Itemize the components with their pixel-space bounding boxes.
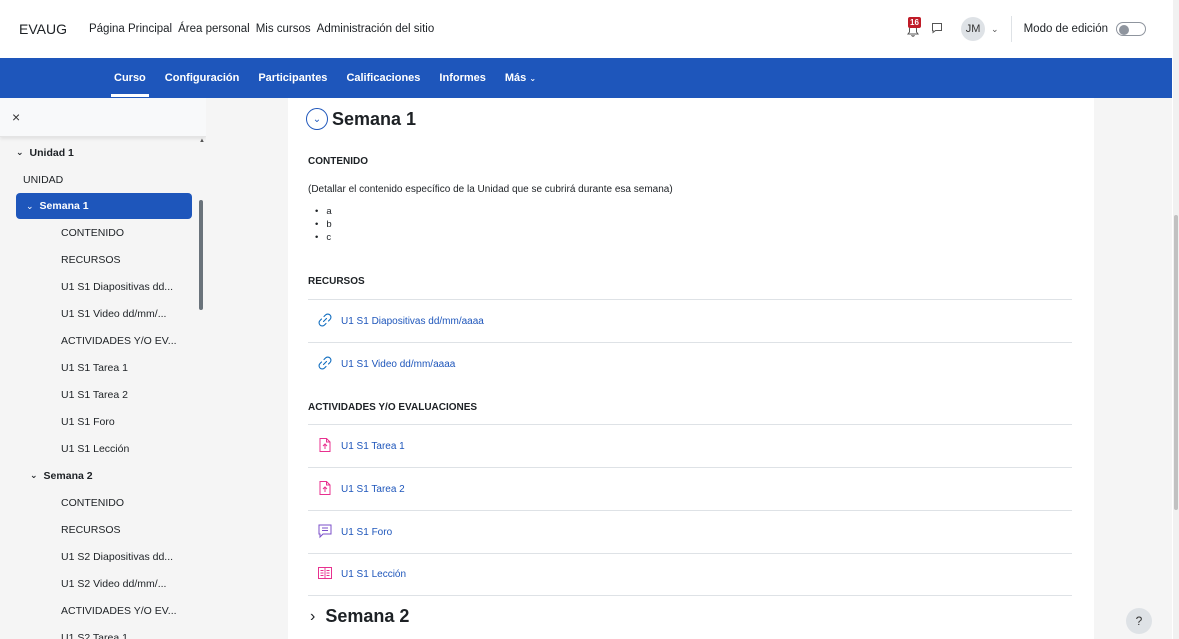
user-controls: 16 JM ⌄ Modo de edición <box>905 0 1146 58</box>
collapse-section-icon[interactable]: ⌄ <box>306 108 328 130</box>
edit-mode-label: Modo de edición <box>1023 23 1108 35</box>
drawer-week-2[interactable]: ⌄ Semana 2 <box>0 462 206 489</box>
activity-link[interactable]: U1 S1 Tarea 1 <box>308 424 1072 467</box>
section-title: Semana 1 <box>332 108 417 129</box>
chevron-down-icon: ⌄ <box>529 74 537 83</box>
close-drawer-icon[interactable]: × <box>12 109 20 125</box>
nav-site-admin[interactable]: Administración del sitio <box>317 23 435 35</box>
course-content: ⌄ Semana 1 CONTENIDO (Detallar el conten… <box>288 98 1094 639</box>
top-navbar: EVAUG Página Principal Área personal Mis… <box>0 0 1172 58</box>
activity-title: U1 S1 Lección <box>341 569 407 580</box>
activity-title: U1 S1 Tarea 1 <box>341 440 405 452</box>
drawer-header: × <box>0 98 206 137</box>
list-item: a <box>315 206 331 217</box>
tab-course[interactable]: Curso <box>111 72 149 97</box>
course-secondary-nav: Curso Configuración Participantes Califi… <box>0 58 1172 98</box>
drawer-item[interactable]: U1 S1 Foro <box>0 408 206 435</box>
resource-link[interactable]: U1 S1 Video dd/mm/aaaa <box>308 342 1072 385</box>
drawer-item[interactable]: ACTIVIDADES Y/O EV... <box>0 597 206 624</box>
notification-count-badge: 16 <box>908 17 921 28</box>
assignment-icon <box>317 480 333 499</box>
tab-participants[interactable]: Participantes <box>258 72 327 84</box>
assignment-icon <box>317 437 333 456</box>
resource-link[interactable]: U1 S1 Diapositivas dd/mm/aaaa <box>308 299 1072 342</box>
user-avatar[interactable]: JM <box>961 17 986 41</box>
activity-link[interactable]: U1 S1 Lección <box>308 553 1072 596</box>
notifications-bell-icon[interactable]: 16 <box>905 17 923 39</box>
section-2-header: › Semana 2 <box>306 606 409 627</box>
contenido-label: CONTENIDO <box>308 156 368 167</box>
chevron-right-icon[interactable]: › <box>310 608 315 626</box>
tab-more-label: Más <box>504 72 527 84</box>
url-link-icon <box>317 312 333 331</box>
drawer-item[interactable]: U1 S2 Diapositivas dd... <box>0 543 206 570</box>
chevron-down-icon: ⌄ <box>26 200 34 211</box>
help-button[interactable]: ? <box>1126 608 1152 634</box>
messages-icon[interactable] <box>931 22 943 37</box>
resource-title: U1 S1 Diapositivas dd/mm/aaaa <box>341 315 484 327</box>
activity-link[interactable]: U1 S1 Tarea 2 <box>308 467 1072 510</box>
course-index-drawer: × ⌄ Unidad 1 UNIDAD ⌄ Semana 1 CONTENIDO R… <box>0 98 206 639</box>
drawer-week-1[interactable]: ⌄ Semana 1 <box>16 193 192 219</box>
nav-dashboard[interactable]: Área personal <box>178 23 250 35</box>
drawer-scroll-up-icon[interactable]: ▲ <box>199 138 205 144</box>
drawer-item-unidad[interactable]: UNIDAD <box>0 166 206 193</box>
drawer-item[interactable]: U1 S1 Tarea 1 <box>0 354 206 381</box>
drawer-item[interactable]: RECURSOS <box>0 516 206 543</box>
forum-icon <box>317 523 333 542</box>
section-title: Semana 2 <box>325 606 410 626</box>
nav-home[interactable]: Página Principal <box>89 23 172 35</box>
drawer-item[interactable]: U1 S1 Lección <box>0 435 206 462</box>
nav-my-courses[interactable]: Mis cursos <box>256 23 311 35</box>
list-item: b <box>315 219 331 230</box>
drawer-item[interactable]: U1 S1 Video dd/mm/... <box>0 300 206 327</box>
drawer-item[interactable]: U1 S2 Tarea 1 <box>0 624 206 639</box>
drawer-week-2-label: Semana 2 <box>43 469 93 482</box>
site-brand[interactable]: EVAUG <box>19 21 67 37</box>
page-scrollbar-thumb[interactable] <box>1174 215 1178 510</box>
user-menu-chevron-icon[interactable]: ⌄ <box>991 24 999 35</box>
drawer-unit-1[interactable]: ⌄ Unidad 1 <box>0 139 206 166</box>
divider <box>1010 16 1012 42</box>
lesson-icon <box>317 565 333 584</box>
tab-more[interactable]: Más ⌄ <box>505 72 536 84</box>
drawer-item[interactable]: U1 S2 Video dd/mm/... <box>0 570 206 597</box>
activity-title: U1 S1 Foro <box>341 526 393 538</box>
section-1-header: ⌄ Semana 1 <box>306 108 416 130</box>
list-item: c <box>315 232 331 243</box>
drawer-item[interactable]: CONTENIDO <box>0 489 206 516</box>
resource-title: U1 S1 Video dd/mm/aaaa <box>341 358 456 370</box>
drawer-item[interactable]: ACTIVIDADES Y/O EV... <box>0 327 206 354</box>
primary-navigation: Página Principal Área personal Mis curso… <box>89 23 434 35</box>
drawer-item[interactable]: U1 S1 Tarea 2 <box>0 381 206 408</box>
url-link-icon <box>317 355 333 374</box>
drawer-item[interactable]: U1 S1 Diapositivas dd... <box>0 273 206 300</box>
tab-settings[interactable]: Configuración <box>165 72 240 84</box>
drawer-week-1-label: Semana 1 <box>39 200 89 212</box>
contenido-description: (Detallar el contenido específico de la … <box>308 184 673 195</box>
drawer-scrollbar[interactable] <box>199 200 203 310</box>
actividades-label: ACTIVIDADES Y/O EVALUACIONES <box>308 402 478 413</box>
activity-link[interactable]: U1 S1 Foro <box>308 510 1072 553</box>
edit-mode-toggle[interactable] <box>1116 22 1146 36</box>
drawer-item[interactable]: CONTENIDO <box>0 219 206 246</box>
drawer-item[interactable]: RECURSOS <box>0 246 206 273</box>
recursos-label: RECURSOS <box>308 276 365 287</box>
tab-reports[interactable]: Informes <box>439 72 485 84</box>
drawer-unit-label: Unidad 1 <box>29 146 74 159</box>
chevron-down-icon: ⌄ <box>30 470 38 480</box>
activity-title: U1 S1 Tarea 2 <box>341 483 405 495</box>
chevron-down-icon: ⌄ <box>16 147 24 157</box>
tab-grades[interactable]: Calificaciones <box>346 72 420 84</box>
